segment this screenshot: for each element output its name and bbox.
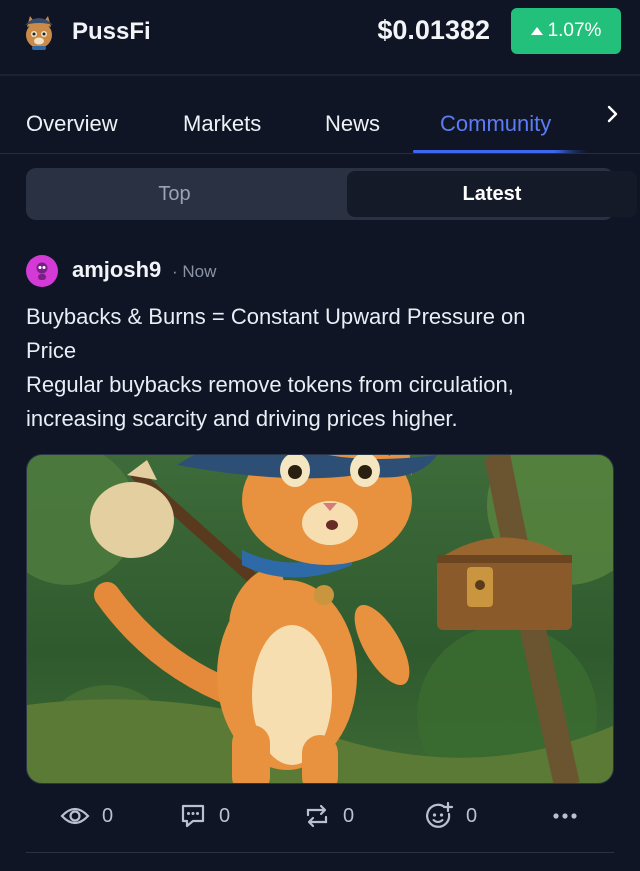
repost-icon (306, 804, 328, 828)
eye-icon (60, 807, 90, 825)
top-bar: PussFi $0.01382 1.07% (0, 0, 640, 76)
reaction-action[interactable]: 0 (424, 796, 477, 836)
comments-count: 0 (219, 804, 231, 827)
reactions-count: 0 (466, 804, 478, 827)
tab-community[interactable]: Community (440, 111, 551, 137)
token-price: $0.01382 (377, 15, 490, 45)
filter-top-button[interactable]: Top (29, 171, 320, 217)
post-image[interactable] (26, 454, 614, 784)
post-text-line: Price (26, 338, 77, 363)
post-text-line: Regular buybacks remove tokens from circ… (26, 372, 514, 397)
price-change-value: 1.07% (547, 20, 602, 41)
comment-action[interactable]: 0 (179, 796, 230, 836)
avatar[interactable] (26, 255, 58, 287)
post-text-line: increasing scarcity and driving prices h… (26, 406, 458, 431)
price-change-badge: 1.07% (511, 8, 621, 54)
up-arrow-icon (530, 27, 543, 35)
add-reaction-icon (426, 801, 454, 828)
post-text-line: Buybacks & Burns = Constant Upward Press… (26, 304, 526, 329)
post-username[interactable]: amjosh9 (72, 257, 161, 283)
pussfi-logo-icon (25, 16, 53, 50)
comment-icon (181, 804, 205, 828)
views-count: 0 (102, 804, 114, 827)
tabs-fade-overlay (560, 78, 640, 153)
post-divider (26, 852, 614, 853)
section-tabs: Overview Markets News Community (0, 78, 640, 154)
filter-latest-button[interactable]: Latest (347, 171, 637, 217)
repost-action[interactable]: 0 (303, 796, 354, 836)
more-horizontal-icon (553, 813, 577, 819)
feed-filter-toggle: Top Latest (26, 168, 637, 220)
tab-overview[interactable]: Overview (26, 111, 118, 137)
app-name: PussFi (72, 18, 151, 45)
more-options-button[interactable] (552, 796, 578, 836)
tab-news[interactable]: News (325, 111, 380, 137)
reposts-count: 0 (343, 804, 355, 827)
post-timestamp: · Now (172, 262, 217, 281)
post-actions: 0 0 0 0 (0, 796, 640, 836)
tab-markets[interactable]: Markets (183, 111, 261, 137)
post-body: Buybacks & Burns = Constant Upward Press… (26, 300, 616, 436)
views-action[interactable]: 0 (60, 796, 113, 836)
chevron-right-icon[interactable] (601, 102, 625, 126)
